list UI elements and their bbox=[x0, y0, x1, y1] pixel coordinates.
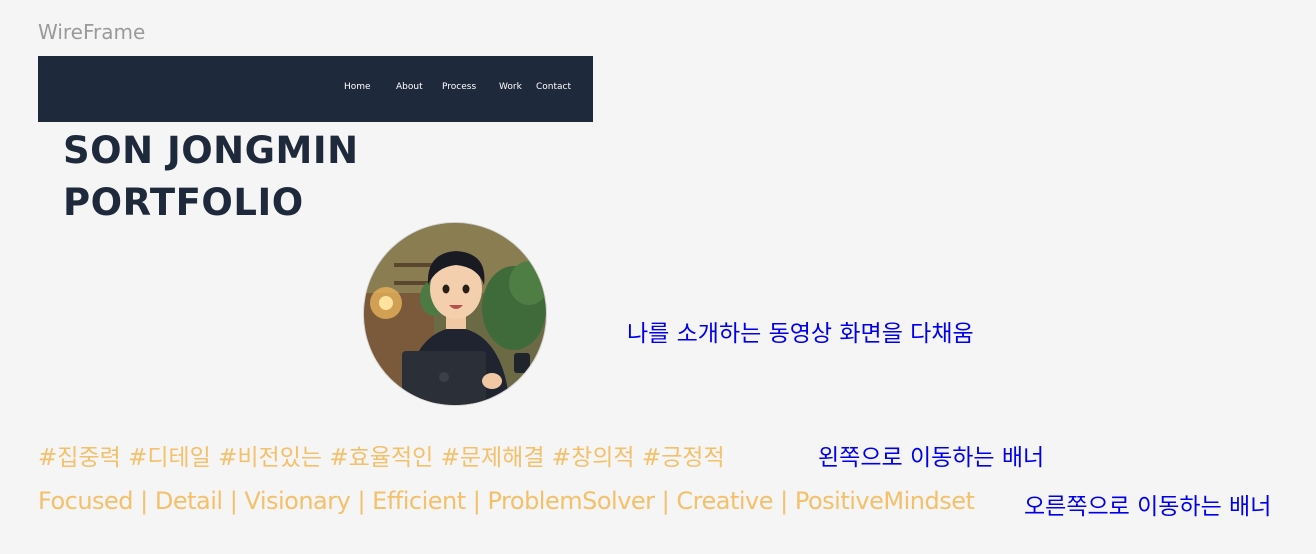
navbar: Home About Process Work Contact bbox=[38, 56, 593, 122]
nav-process-link[interactable]: Process bbox=[442, 82, 476, 92]
hashtag-banner: #집중력 #디테일 #비전있는 #효율적인 #문제해결 #창의적 #긍정적 bbox=[38, 445, 725, 471]
frame-label: WireFrame bbox=[38, 20, 146, 44]
profile-avatar bbox=[363, 222, 547, 406]
profile-illustration-icon bbox=[364, 223, 546, 405]
left-banner-note: 왼쪽으로 이동하는 배너 bbox=[818, 445, 1045, 471]
title-line-name: SON JONGMIN bbox=[63, 129, 359, 172]
page-title: SON JONGMIN PORTFOLIO bbox=[63, 125, 359, 229]
title-line-portfolio: PORTFOLIO bbox=[63, 181, 304, 224]
nav-contact-link[interactable]: Contact bbox=[536, 82, 571, 92]
video-note: 나를 소개하는 동영상 화면을 다채움 bbox=[627, 321, 974, 347]
nav-about-link[interactable]: About bbox=[396, 82, 423, 92]
nav-home-link[interactable]: Home bbox=[344, 82, 371, 92]
keyword-banner: Focused | Detail | Visionary | Efficient… bbox=[38, 487, 975, 515]
nav-work-link[interactable]: Work bbox=[499, 82, 522, 92]
right-banner-note: 오른쪽으로 이동하는 배너 bbox=[1024, 494, 1272, 520]
